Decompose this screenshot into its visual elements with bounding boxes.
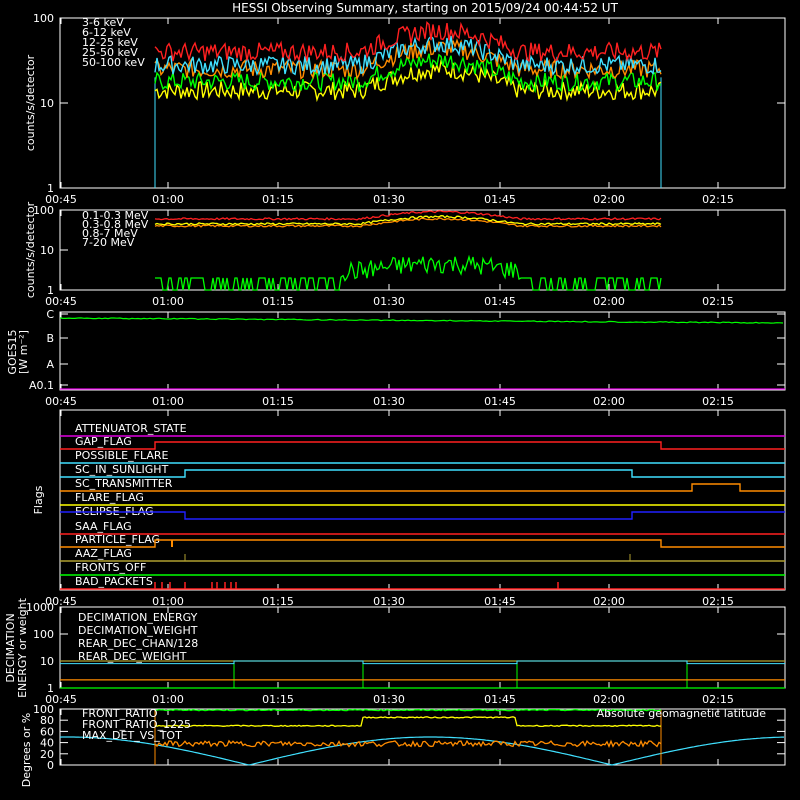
y-axis-label: ENERGY or weight xyxy=(16,597,29,697)
time-tick-label: 01:00 xyxy=(152,395,184,408)
series-line xyxy=(154,53,662,94)
series-line xyxy=(154,739,662,748)
time-tick-label: 01:45 xyxy=(484,395,516,408)
time-tick-label: 02:00 xyxy=(593,295,625,308)
time-tick-label: 00:45 xyxy=(45,395,77,408)
legend-entry: Absolute geomagnetic latitude xyxy=(597,707,767,720)
goes-flux-line xyxy=(59,317,784,324)
time-tick-label: 01:45 xyxy=(484,295,516,308)
time-tick-label: 01:00 xyxy=(152,595,184,608)
y-tick-label: 1 xyxy=(47,182,54,195)
time-tick-label: 01:00 xyxy=(152,693,184,706)
legend-entry: REAR_DEC_CHAN/128 xyxy=(78,637,198,650)
time-tick-label: 01:30 xyxy=(373,395,405,408)
flag-label: GAP_FLAG xyxy=(75,435,132,448)
series-line xyxy=(155,708,662,712)
summary-plot: HESSI Observing Summary, starting on 201… xyxy=(4,1,786,787)
flag-label: ATTENUATOR_STATE xyxy=(75,422,187,435)
time-tick-label: 01:15 xyxy=(262,693,294,706)
time-tick-label: 01:30 xyxy=(373,693,405,706)
flag-trace xyxy=(60,511,785,520)
time-tick-label: 01:00 xyxy=(152,193,184,206)
y-tick-label: C xyxy=(46,308,54,321)
y-tick-label: 100 xyxy=(33,12,54,25)
series-line xyxy=(154,21,662,63)
time-tick-label: 01:00 xyxy=(152,295,184,308)
panel-frame-4 xyxy=(59,409,786,591)
y-axis-label: counts/s/detector xyxy=(24,54,37,151)
y-tick-label: 10 xyxy=(40,97,54,110)
time-tick-label: 01:15 xyxy=(262,595,294,608)
flag-trace xyxy=(60,441,785,450)
y-tick-label: 100 xyxy=(33,628,54,641)
time-tick-label: 02:15 xyxy=(702,693,734,706)
y-axis-unit: [W m⁻²] xyxy=(17,330,30,374)
y-tick-label: 100 xyxy=(33,703,54,716)
flag-label: POSSIBLE_FLARE xyxy=(75,449,169,462)
y-tick-label: A xyxy=(46,358,54,371)
panel-frame-3 xyxy=(59,311,786,391)
series-line xyxy=(154,716,661,728)
flag-label: PARTICLE_FLAG xyxy=(75,533,160,546)
series-line xyxy=(155,254,662,291)
flag-label: FLARE_FLAG xyxy=(75,491,144,504)
y-tick-label: A0.1 xyxy=(29,379,54,392)
y-tick-label: 20 xyxy=(40,748,54,761)
time-tick-label: 01:30 xyxy=(373,295,405,308)
y-axis-label: Flags xyxy=(32,485,45,514)
time-tick-label: 02:15 xyxy=(702,295,734,308)
flag-label: FRONTS_OFF xyxy=(75,561,146,574)
time-tick-label: 02:00 xyxy=(593,395,625,408)
y-tick-label: 80 xyxy=(40,714,54,727)
time-tick-label: 02:00 xyxy=(593,193,625,206)
time-tick-label: 01:45 xyxy=(484,193,516,206)
y-axis-label: counts/s/detector xyxy=(24,201,37,298)
time-tick-label: 01:15 xyxy=(262,395,294,408)
flag-label: SC_TRANSMITTER xyxy=(75,477,173,490)
flag-label: AAZ_FLAG xyxy=(75,547,132,560)
legend-entry: REAR_DEC_WEIGHT xyxy=(78,650,187,663)
y-tick-label: 0 xyxy=(47,759,54,772)
flag-label: BAD_PACKETS xyxy=(75,575,153,588)
y-tick-label: 10 xyxy=(40,655,54,668)
time-tick-label: 02:15 xyxy=(702,595,734,608)
time-tick-label: 02:15 xyxy=(702,395,734,408)
y-tick-label: B xyxy=(46,332,54,345)
time-tick-label: 01:15 xyxy=(262,295,294,308)
plot-title: HESSI Observing Summary, starting on 201… xyxy=(232,1,618,15)
time-tick-label: 01:45 xyxy=(484,595,516,608)
time-tick-label: 01:30 xyxy=(373,193,405,206)
y-tick-label: 40 xyxy=(40,737,54,750)
y-axis-label: Degrees or % xyxy=(20,713,33,787)
time-tick-label: 01:30 xyxy=(373,595,405,608)
legend-entry: DECIMATION_ENERGY xyxy=(78,611,198,624)
legend-entry: 50-100 keV xyxy=(82,56,145,69)
y-tick-label: 10 xyxy=(40,244,54,257)
time-tick-label: 02:15 xyxy=(702,193,734,206)
time-tick-label: 01:45 xyxy=(484,693,516,706)
hessi-observing-summary: HESSI Observing Summary, starting on 201… xyxy=(0,0,800,800)
time-tick-label: 02:00 xyxy=(593,595,625,608)
legend-entry: 7-20 MeV xyxy=(82,236,135,249)
legend-entry: MAX_DET_VS_TOT xyxy=(82,729,182,742)
legend-entry: DECIMATION_WEIGHT xyxy=(78,624,198,637)
y-tick-label: 60 xyxy=(40,725,54,738)
flag-trace xyxy=(60,539,785,548)
flag-label: SC_IN_SUNLIGHT xyxy=(75,463,169,476)
time-tick-label: 02:00 xyxy=(593,693,625,706)
flag-trace xyxy=(60,469,785,478)
y-tick-label: 1 xyxy=(47,284,54,297)
y-tick-label: 1 xyxy=(47,682,54,695)
y-tick-label: 1000 xyxy=(26,601,54,614)
flag-label: SAA_FLAG xyxy=(75,520,132,533)
time-tick-label: 01:15 xyxy=(262,193,294,206)
